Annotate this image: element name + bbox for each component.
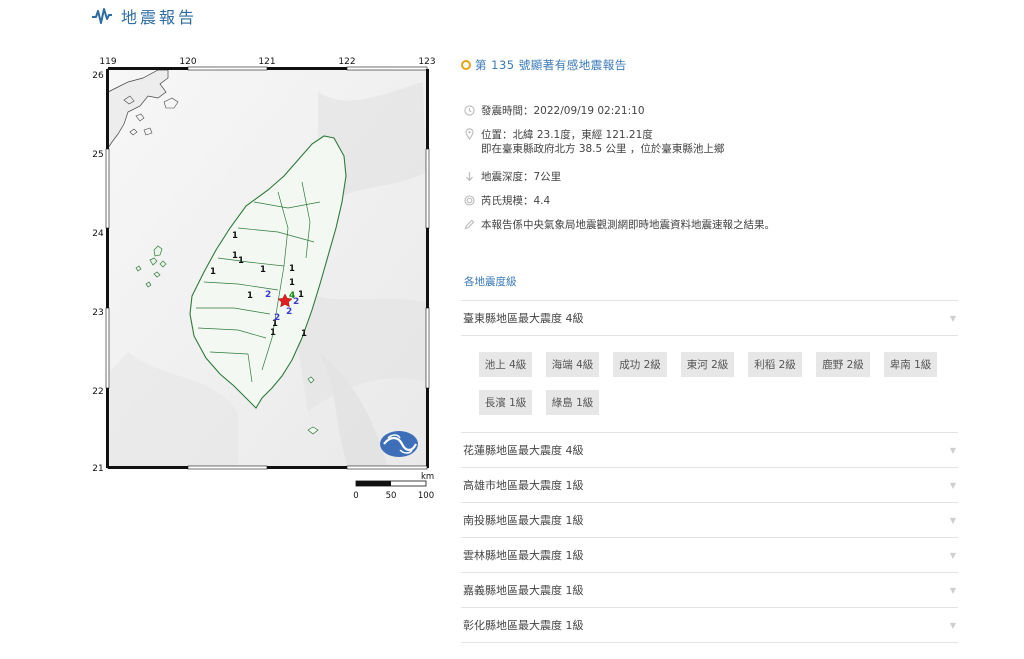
report-title-text: 第 135 號顯著有感地震報告 xyxy=(475,58,627,72)
scale-label: 100 xyxy=(418,491,434,501)
depth-icon xyxy=(463,170,475,182)
region-label: 雲林縣地區最大震度 1級 xyxy=(463,549,584,562)
station-chip[interactable]: 長濱 1級 xyxy=(479,390,532,415)
region-label: 臺東縣地區最大震度 4級 xyxy=(463,312,584,325)
intensity-mark: 1 xyxy=(289,278,295,288)
circle-icon xyxy=(461,60,471,70)
station-chip[interactable]: 池上 4級 xyxy=(479,352,532,377)
intensity-section-title: 各地震度級 xyxy=(464,276,517,288)
info-depth-text: 地震深度：7公里 xyxy=(481,170,562,183)
divider xyxy=(461,642,958,643)
seismograph-icon xyxy=(91,7,113,25)
intensity-mark: 1 xyxy=(289,264,295,274)
chevron-down-icon: ▼ xyxy=(949,550,956,560)
intensity-mark: 1 xyxy=(238,256,244,266)
magnitude-icon xyxy=(463,194,475,206)
lat-tick: 22 xyxy=(92,387,103,397)
station-chip[interactable]: 鹿野 2級 xyxy=(816,352,870,377)
lat-tick: 24 xyxy=(92,229,104,239)
report-info: 發震時間：2022/09/19 02:21:10 xyxy=(463,103,958,117)
pencil-icon xyxy=(463,218,475,230)
intensity-mark: 1 xyxy=(232,231,238,241)
lon-tick: 119 xyxy=(99,57,116,67)
region-label: 南投縣地區最大震度 1級 xyxy=(463,514,584,527)
divider xyxy=(461,335,958,336)
location-pin-icon xyxy=(463,128,475,140)
station-chip[interactable]: 東河 2級 xyxy=(681,352,734,377)
region-label: 彰化縣地區最大震度 1級 xyxy=(463,619,584,632)
page-header: 地震報告 xyxy=(91,4,197,28)
scale-label: 50 xyxy=(386,491,397,501)
intensity-mark: 1 xyxy=(270,328,276,338)
report-note: 本報告係中央氣象局地震觀測網即時地震資料地震速報之結果。 xyxy=(463,217,958,231)
longitude-axis: 119 120 121 122 123 xyxy=(99,57,436,71)
info-magnitude-text: 芮氏規模：4.4 xyxy=(481,194,551,207)
region-row-taitung[interactable]: 臺東縣地區最大震度 4級 ▼ xyxy=(461,301,958,335)
report-location: 位置：北緯 23.1度，東經 121.21度 即在臺東縣政府北方 38.5 公里… xyxy=(463,127,958,155)
chevron-down-icon: ▼ xyxy=(949,515,956,525)
earthquake-map[interactable]: 119 120 121 122 123 26 25 24 23 22 21 1 xyxy=(88,52,438,507)
scale-bar: km 0 50 100 xyxy=(353,472,434,501)
chevron-down-icon: ▼ xyxy=(949,445,956,455)
info-time: 發震時間：2022/09/19 02:21:10 xyxy=(463,103,958,117)
lat-tick: 23 xyxy=(92,308,103,318)
intensity-mark-blue: 2 xyxy=(286,307,292,317)
info-location-text: 位置：北緯 23.1度，東經 121.21度 xyxy=(481,128,653,141)
info-time-text: 發震時間：2022/09/19 02:21:10 xyxy=(481,104,645,117)
info-note-text: 本報告係中央氣象局地震觀測網即時地震資料地震速報之結果。 xyxy=(481,218,775,231)
lon-tick: 120 xyxy=(179,57,196,67)
lat-tick: 26 xyxy=(92,71,104,81)
report-magnitude: 芮氏規模：4.4 xyxy=(463,193,958,207)
station-chip[interactable]: 綠島 1級 xyxy=(546,390,599,415)
chevron-down-icon: ▼ xyxy=(949,313,956,323)
intensity-mark: 1 xyxy=(210,267,216,277)
clock-icon xyxy=(463,104,475,116)
region-row-hualien[interactable]: 花蓮縣地區最大震度 4級 ▼ xyxy=(461,433,958,467)
chevron-down-icon: ▼ xyxy=(949,480,956,490)
info-location-detail: 即在臺東縣政府北方 38.5 公里 ，位於臺東縣池上鄉 xyxy=(481,142,725,155)
intensity-mark: 1 xyxy=(301,329,307,339)
scale-unit: km xyxy=(421,472,434,482)
region-label: 嘉義縣地區最大震度 1級 xyxy=(463,584,584,597)
scale-label: 0 xyxy=(353,491,358,501)
cwb-logo-icon xyxy=(380,431,418,457)
region-row-yunlin[interactable]: 雲林縣地區最大震度 1級 ▼ xyxy=(461,538,958,572)
region-row-changhua[interactable]: 彰化縣地區最大震度 1級 ▼ xyxy=(461,608,958,642)
region-row-kaohsiung[interactable]: 高雄市地區最大震度 1級 ▼ xyxy=(461,468,958,502)
region-row-chiayi[interactable]: 嘉義縣地區最大震度 1級 ▼ xyxy=(461,573,958,607)
intensity-mark-blue: 2 xyxy=(274,313,280,323)
intensity-mark: 1 xyxy=(247,291,253,301)
region-label: 花蓮縣地區最大震度 4級 xyxy=(463,444,584,457)
page-title: 地震報告 xyxy=(121,8,198,27)
lat-tick: 21 xyxy=(92,464,103,474)
station-chip[interactable]: 利稻 2級 xyxy=(748,352,802,377)
report-title: 第 135 號顯著有感地震報告 xyxy=(461,56,958,74)
station-chip[interactable]: 海端 4級 xyxy=(546,352,599,377)
region-label: 高雄市地區最大震度 1級 xyxy=(463,479,584,492)
station-chip[interactable]: 成功 2級 xyxy=(613,352,667,377)
chevron-down-icon: ▼ xyxy=(949,585,956,595)
lon-tick: 121 xyxy=(258,57,275,67)
lon-tick: 122 xyxy=(338,57,355,67)
lon-tick: 123 xyxy=(418,57,435,67)
region-row-nantou[interactable]: 南投縣地區最大震度 1級 ▼ xyxy=(461,503,958,537)
intensity-mark-blue: 2 xyxy=(265,290,271,300)
report-depth: 地震深度：7公里 xyxy=(463,169,958,183)
station-chip[interactable]: 卑南 1級 xyxy=(884,352,937,377)
chevron-down-icon: ▼ xyxy=(949,620,956,630)
report-panel: 第 135 號顯著有感地震報告 發震時間：2022/09/19 02:21:10… xyxy=(461,56,958,643)
lat-tick: 25 xyxy=(92,150,103,160)
intensity-mark: 1 xyxy=(260,265,266,275)
